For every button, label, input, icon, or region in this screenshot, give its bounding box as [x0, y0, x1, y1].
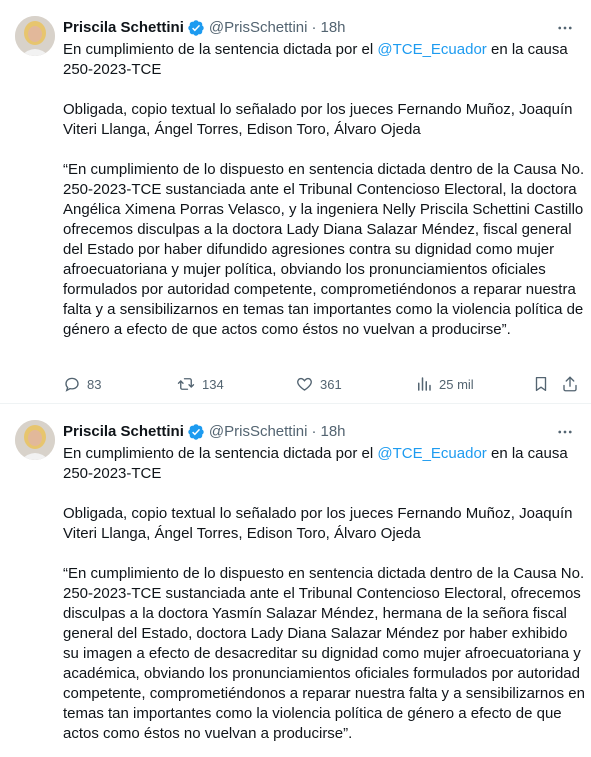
tweet[interactable]: Priscila Schettini @PrisSchettini · 18h … [0, 0, 591, 404]
author-handle[interactable]: @PrisSchettini [209, 18, 308, 38]
timestamp[interactable]: 18h [320, 18, 345, 38]
tweet-paragraph: “En cumplimiento de lo dispuesto en sent… [63, 161, 585, 338]
tweet-paragraph: En cumplimiento de la sentencia dictada … [63, 40, 585, 80]
bookmark-icon [532, 375, 550, 393]
like-count: 361 [320, 376, 342, 392]
timestamp[interactable]: 18h [320, 422, 345, 442]
verified-badge-icon [187, 19, 205, 37]
separator-dot: · [311, 19, 317, 36]
tweet-paragraph: “En cumplimiento de lo dispuesto en sent… [63, 565, 585, 742]
tweet-header: Priscila Schettini @PrisSchettini · 18h [63, 17, 579, 39]
author-handle[interactable]: @PrisSchettini [209, 422, 308, 442]
retweet-icon [176, 375, 196, 393]
tweet-text: En cumplimiento de la sentencia dictada … [63, 444, 585, 744]
reply-button[interactable]: 83 [63, 372, 101, 396]
views-button[interactable]: 25 mil [415, 372, 474, 396]
separator-dot: · [311, 423, 317, 440]
more-options-icon[interactable] [551, 421, 579, 443]
action-bar: 83 134 361 25 mil [63, 372, 579, 396]
reply-icon [63, 375, 81, 393]
tweet-paragraph: Obligada, copio textual lo señalado por … [63, 505, 573, 542]
share-icon [561, 375, 579, 393]
mention-link[interactable]: @TCE_Ecuador [377, 445, 486, 462]
author-name[interactable]: Priscila Schettini [63, 422, 184, 442]
text-segment: En cumplimiento de la sentencia dictada … [63, 445, 378, 462]
bookmark-button[interactable] [532, 372, 550, 396]
reply-count: 83 [87, 376, 102, 392]
views-count: 25 mil [439, 376, 474, 392]
text-segment: En cumplimiento de la sentencia dictada … [63, 41, 378, 58]
mention-link[interactable]: @TCE_Ecuador [377, 41, 486, 58]
share-button[interactable] [561, 372, 579, 396]
retweet-count: 134 [202, 376, 224, 392]
avatar[interactable] [15, 420, 55, 460]
timeline: Priscila Schettini @PrisSchettini · 18h … [0, 0, 591, 757]
like-button[interactable]: 361 [295, 372, 342, 396]
tweet-paragraph: En cumplimiento de la sentencia dictada … [63, 444, 585, 484]
more-options-icon[interactable] [551, 17, 579, 39]
heart-icon [295, 375, 314, 393]
tweet[interactable]: Priscila Schettini @PrisSchettini · 18h … [0, 404, 591, 757]
tweet-header: Priscila Schettini @PrisSchettini · 18h [63, 421, 579, 443]
verified-badge-icon [187, 423, 205, 441]
author-name[interactable]: Priscila Schettini [63, 18, 184, 38]
views-chart-icon [415, 375, 433, 393]
retweet-button[interactable]: 134 [176, 372, 224, 396]
tweet-paragraph: Obligada, copio textual lo señalado por … [63, 101, 573, 138]
avatar[interactable] [15, 16, 55, 56]
tweet-text: En cumplimiento de la sentencia dictada … [63, 40, 585, 340]
